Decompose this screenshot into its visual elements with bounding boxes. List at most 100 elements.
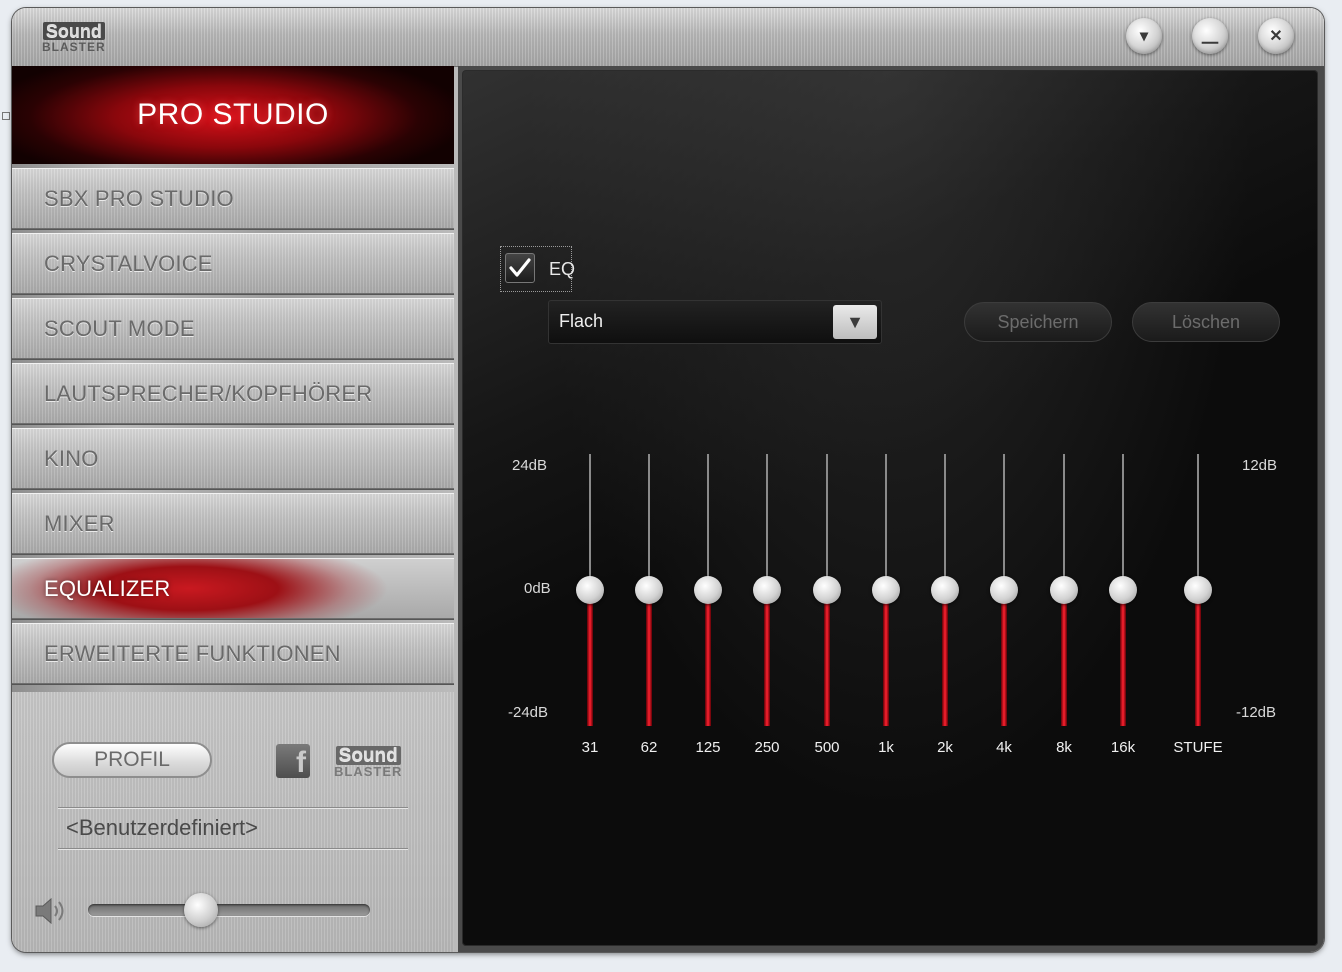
sound-blaster-logo: Sound BLASTER	[42, 22, 106, 53]
minimize-icon[interactable]: ⎽	[1192, 18, 1228, 54]
eq-band-knob[interactable]	[694, 576, 722, 604]
right-scale-top: 12dB	[1242, 457, 1278, 474]
sidebar-nav: SBX PRO STUDIO CRYSTALVOICE SCOUT MODE LAUT…	[12, 168, 454, 688]
left-scale-bottom: -24dB	[508, 704, 549, 721]
eq-checkbox[interactable]	[505, 253, 535, 283]
eq-band-250[interactable]: 250	[747, 454, 787, 756]
eq-band-level-fill	[1120, 590, 1126, 726]
eq-band-1k[interactable]: 1k	[866, 454, 906, 756]
main-panel: EQ Flach ▼ Speichern Löschen 24dB 0dB -2…	[458, 66, 1324, 952]
equalizer-area: EQ Flach ▼ Speichern Löschen 24dB 0dB -2…	[462, 70, 1318, 946]
left-scale-mid: 0dB	[524, 580, 551, 597]
close-icon[interactable]: ✕	[1258, 18, 1294, 54]
sidebar-bottom-panel: PROFIL f Sound BLASTER <Benutzerdefinier…	[12, 692, 454, 952]
eq-band-level-fill	[646, 590, 652, 726]
eq-toggle[interactable]: EQ	[500, 246, 576, 292]
eq-band-knob[interactable]	[931, 576, 959, 604]
eq-band-125[interactable]: 125	[688, 454, 728, 756]
sidebar-item-label: CRYSTALVOICE	[44, 250, 213, 276]
eq-band-31[interactable]: 31	[570, 454, 610, 756]
eq-band-16k[interactable]: 16k	[1103, 454, 1143, 756]
eq-band-500[interactable]: 500	[807, 454, 847, 756]
save-button[interactable]: Speichern	[964, 302, 1112, 342]
sidebar-item-lautsprecher-kopfh-rer[interactable]: LAUTSPRECHER/KOPFHÖRER	[12, 363, 454, 424]
left-scale-top: 24dB	[512, 457, 548, 474]
logo-text: Sound	[335, 746, 401, 765]
window-edge-handle	[2, 112, 10, 120]
profile-button[interactable]: PROFIL	[52, 742, 212, 778]
right-scale-bottom: -12dB	[1236, 704, 1277, 721]
eq-band-knob[interactable]	[872, 576, 900, 604]
eq-band-level-fill	[764, 590, 770, 726]
speaker-icon[interactable]	[34, 896, 70, 926]
eq-band-knob[interactable]	[1109, 576, 1137, 604]
eq-band-knob[interactable]	[1184, 576, 1212, 604]
sidebar-item-label: ERWEITERTE FUNKTIONEN	[44, 640, 341, 666]
eq-band-label: 16k	[1110, 739, 1136, 756]
sidebar-item-equalizer[interactable]: EQUALIZER	[12, 558, 454, 619]
preset-dropdown[interactable]: Flach ▼	[548, 300, 882, 344]
sidebar-item-label: MIXER	[44, 510, 115, 536]
app-window: Sound BLASTER ▾ ⎽ ✕ PRO STUDIO SBX PRO STU…	[12, 8, 1324, 952]
save-button-label: Speichern	[997, 311, 1079, 332]
current-profile: <Benutzerdefiniert>	[58, 807, 408, 849]
volume-slider[interactable]	[88, 893, 370, 927]
eq-band-8k[interactable]: 8k	[1044, 454, 1084, 756]
sidebar-item-label: SBX PRO STUDIO	[44, 185, 234, 211]
eq-band-4k[interactable]: 4k	[984, 454, 1024, 756]
eq-band-level-fill	[942, 590, 948, 726]
profile-button-label: PROFIL	[94, 748, 170, 771]
sidebar-item-label: SCOUT MODE	[44, 315, 195, 341]
eq-checkbox-label: EQ	[549, 259, 576, 279]
eq-band-label: 250	[754, 739, 780, 756]
eq-band-knob[interactable]	[1050, 576, 1078, 604]
eq-band-level-fill	[883, 590, 889, 726]
sound-blaster-link[interactable]: Sound BLASTER	[334, 746, 402, 778]
dropdown-arrow-icon[interactable]: ▼	[833, 305, 877, 339]
eq-band-label: 1k	[878, 739, 894, 756]
eq-band-label: 62	[640, 739, 658, 756]
volume-slider-thumb[interactable]	[183, 893, 218, 927]
eq-band-62[interactable]: 62	[629, 454, 669, 756]
sidebar-item-label: LAUTSPRECHER/KOPFHÖRER	[44, 380, 373, 406]
sidebar-item-mixer[interactable]: MIXER	[12, 493, 454, 554]
preset-value: Flach	[559, 311, 604, 331]
eq-band-level-fill	[1061, 590, 1067, 726]
logo-subtext: BLASTER	[334, 764, 403, 779]
sidebar-item-sbx-pro-studio[interactable]: SBX PRO STUDIO	[12, 168, 454, 229]
brand-banner: PRO STUDIO	[12, 66, 454, 164]
sidebar-item-label: KINO	[44, 445, 99, 471]
chevron-down-icon[interactable]: ▾	[1126, 18, 1162, 54]
delete-button[interactable]: Löschen	[1132, 302, 1280, 342]
eq-band-level-fill	[824, 590, 830, 726]
eq-band-stufe[interactable]: STUFE	[1173, 454, 1223, 756]
delete-button-label: Löschen	[1171, 311, 1241, 332]
eq-band-level-fill	[1195, 590, 1201, 726]
eq-band-2k[interactable]: 2k	[925, 454, 965, 756]
sidebar-item-scout-mode[interactable]: SCOUT MODE	[12, 298, 454, 359]
eq-band-label: 31	[581, 739, 599, 756]
eq-band-knob[interactable]	[635, 576, 663, 604]
logo-text: Sound	[42, 22, 105, 40]
sidebar-item-label: EQUALIZER	[44, 575, 171, 601]
facebook-icon[interactable]: f	[276, 744, 310, 778]
eq-band-knob[interactable]	[990, 576, 1018, 604]
eq-band-label: 4k	[996, 739, 1012, 756]
eq-band-level-fill	[587, 590, 593, 726]
brand-title: PRO STUDIO	[137, 98, 329, 131]
sidebar-item-erweiterte-funktionen[interactable]: ERWEITERTE FUNKTIONEN	[12, 623, 454, 684]
title-bar[interactable]: Sound BLASTER ▾ ⎽ ✕	[12, 8, 1324, 67]
eq-band-knob[interactable]	[576, 576, 604, 604]
sidebar-item-kino[interactable]: KINO	[12, 428, 454, 489]
eq-band-level-fill	[705, 590, 711, 726]
logo-subtext: BLASTER	[42, 40, 106, 54]
profile-name: <Benutzerdefiniert>	[66, 815, 259, 840]
eq-band-label: 500	[814, 739, 840, 756]
eq-band-knob[interactable]	[753, 576, 781, 604]
eq-band-label: 2k	[937, 739, 953, 756]
sidebar-item-crystalvoice[interactable]: CRYSTALVOICE	[12, 233, 454, 294]
eq-band-level-fill	[1001, 590, 1007, 726]
eq-band-label: 8k	[1056, 739, 1072, 756]
checkmark-icon	[509, 258, 531, 277]
eq-band-knob[interactable]	[813, 576, 841, 604]
